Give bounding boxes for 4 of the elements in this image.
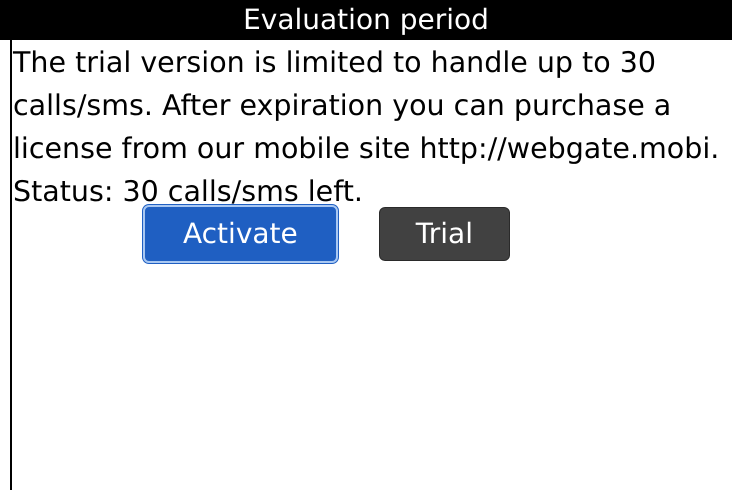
message-text: The trial version is limited to handle up to 30 calls/sms. After expiration you can purchase a license from our mobile site http://webgate.mobi. [13,45,720,167]
window-title: Evaluation period [243,6,489,34]
activate-button[interactable]: Activate [143,205,338,263]
trial-button[interactable]: Trial [378,207,510,261]
